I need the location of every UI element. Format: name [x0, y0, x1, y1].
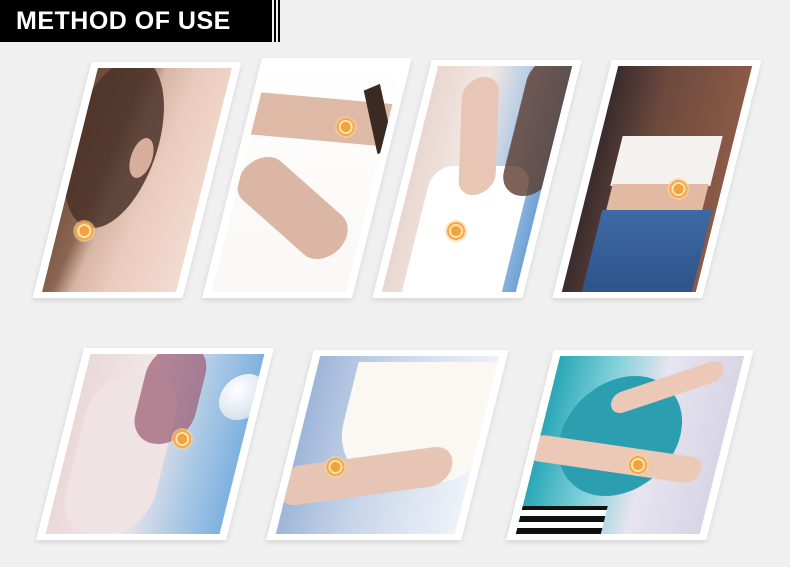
photo-calf: [515, 356, 745, 534]
acupoint-marker-icon: [445, 220, 468, 242]
acupoint-marker-icon: [627, 454, 650, 476]
section-title: METHOD OF USE: [16, 6, 231, 35]
acupoint-marker-icon: [667, 178, 690, 200]
usage-card-upper-arm: [372, 60, 582, 298]
acupoint-marker-icon: [334, 116, 357, 138]
usage-card-knee: [266, 350, 509, 540]
usage-card-abdomen: [552, 60, 762, 298]
photo-thigh: [45, 354, 265, 534]
photo-ear: [42, 68, 232, 292]
section-title-banner: METHOD OF USE: [0, 0, 272, 42]
usage-card-thigh: [36, 348, 274, 540]
photo-abdomen: [561, 66, 753, 292]
usage-card-calf: [506, 350, 754, 540]
banner-divider: [278, 0, 280, 42]
photo-inner-arm: [211, 64, 403, 292]
banner-divider: [274, 0, 276, 42]
acupoint-marker-icon: [324, 456, 347, 478]
photo-upper-arm: [381, 66, 573, 292]
acupoint-marker-icon: [73, 220, 96, 242]
acupoint-marker-icon: [171, 428, 194, 450]
photo-knee: [275, 356, 500, 534]
